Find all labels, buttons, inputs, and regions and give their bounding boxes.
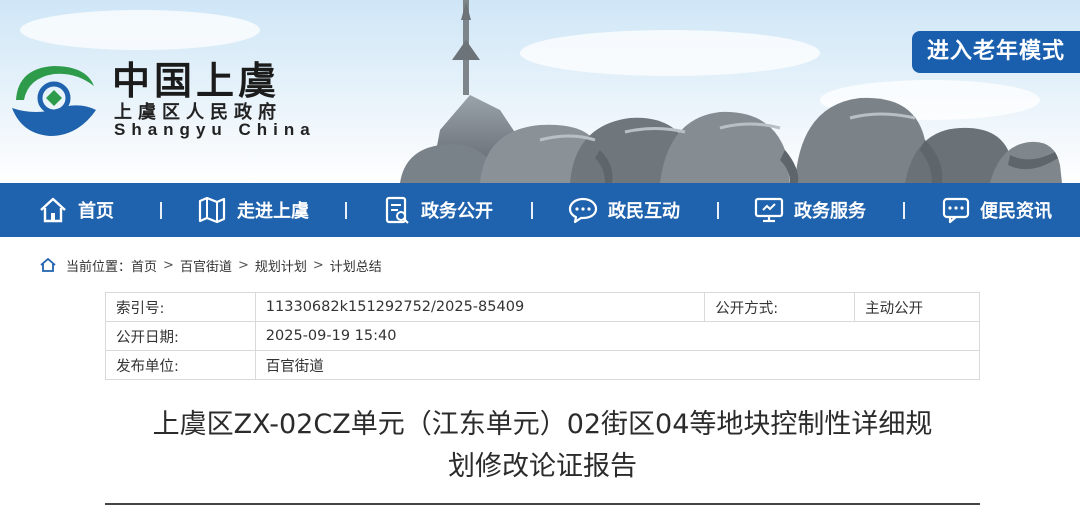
nav-divider [717,202,719,219]
nav-divider [903,202,905,219]
header-banner: 中国上虞 上虞区人民政府 Shangyu China 进入老年模式 [0,0,1080,183]
logo-english: Shangyu China [114,120,316,139]
breadcrumb-separator: > [163,257,174,273]
nav-label: 首页 [78,201,114,222]
nav-divider [345,202,347,219]
monitor-icon [754,197,784,223]
table-row: 发布单位: 百官街道 [105,350,981,380]
chat-icon [568,197,598,224]
breadcrumb-link[interactable]: 规划计划 [255,256,307,275]
breadcrumb: 当前位置： 首页 > 百官街道 > 规划计划 > 计划总结 [40,255,382,275]
home-icon [40,197,66,223]
article-title: 上虞区ZX-02CZ单元（江东单元）02街区04等地块控制性详细规 划修改论证报… [105,404,980,488]
nav-label: 政民互动 [608,201,680,222]
nav-label: 政务公开 [421,201,493,222]
title-divider [105,503,980,505]
message-icon [942,197,970,224]
breadcrumb-separator: > [237,257,249,273]
nav-item-gov-service[interactable]: 政务服务 [754,183,866,237]
index-label: 索引号: [105,292,256,322]
nav-divider [160,202,162,219]
nav-item-info[interactable]: 便民资讯 [942,183,1052,237]
main-nav: 首页 走进上虞 政务公开 政民互动 政务服务 便民资讯 [0,183,1080,237]
index-value: 11330682k151292752/2025-85409 [254,292,706,322]
method-value: 主动公开 [854,292,980,322]
nav-item-home[interactable]: 首页 [38,183,114,237]
method-label: 公开方式: [704,292,856,322]
breadcrumb-separator: > [312,257,324,273]
logo-title: 中国上虞 [112,58,281,103]
nav-item-interaction[interactable]: 政民互动 [568,183,680,237]
table-row: 索引号: 11330682k151292752/2025-85409 公开方式:… [105,292,980,322]
breadcrumb-link[interactable]: 计划总结 [330,256,382,275]
elder-mode-button[interactable]: 进入老年模式 [912,31,1080,73]
breadcrumb-link[interactable]: 百官街道 [180,256,232,275]
nav-item-gov-affairs[interactable]: 政务公开 [383,183,493,237]
logo-emblem-icon [12,66,96,136]
site-logo[interactable]: 中国上虞 上虞区人民政府 Shangyu China [6,48,336,148]
unit-label: 发布单位: [105,350,256,380]
nav-item-about[interactable]: 走进上虞 [197,183,309,237]
date-label: 公开日期: [105,321,256,351]
table-row: 公开日期: 2025-09-19 15:40 [105,321,981,351]
unit-value: 百官街道 [254,350,981,380]
breadcrumb-prefix: 当前位置： [66,259,132,275]
nav-label: 走进上虞 [237,201,309,222]
nav-divider [531,202,533,219]
map-icon [198,196,226,224]
home-icon [40,258,56,272]
article-title-line: 划修改论证报告 [448,451,637,482]
document-icon [385,196,409,224]
article-title-line: 上虞区ZX-02CZ单元（江东单元）02街区04等地块控制性详细规 [152,409,933,440]
date-value: 2025-09-19 15:40 [254,321,981,351]
nav-label: 便民资讯 [980,201,1052,222]
document-meta-table: 索引号: 11330682k151292752/2025-85409 公开方式:… [105,292,981,380]
nav-label: 政务服务 [794,201,866,222]
breadcrumb-link[interactable]: 首页 [131,256,157,275]
